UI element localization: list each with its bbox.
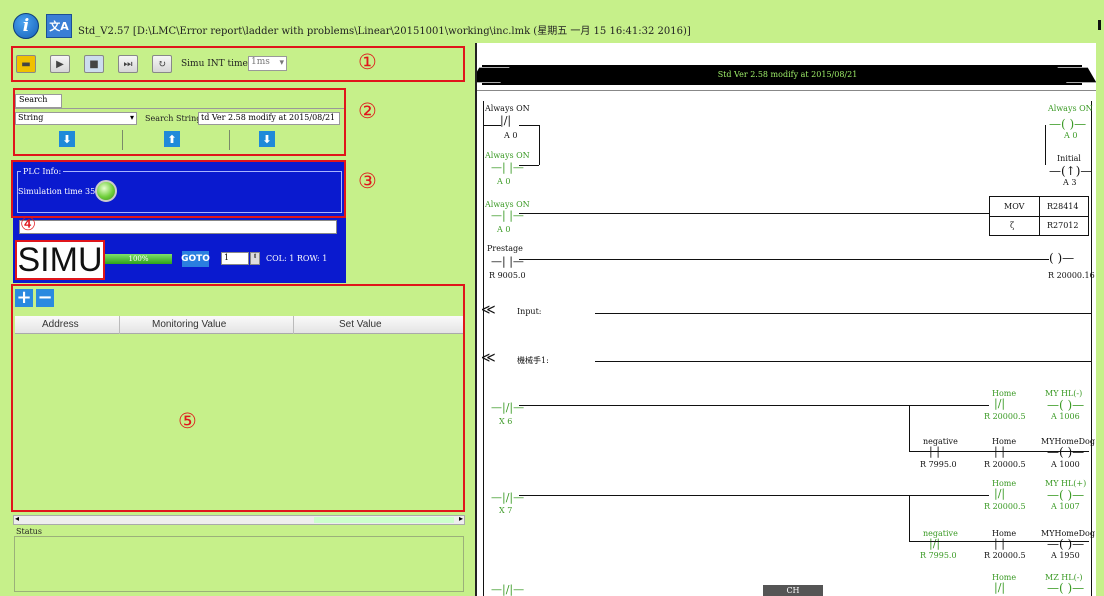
contact-label: Prestage <box>487 244 523 253</box>
coil-label: MY HL(-) <box>1045 389 1083 398</box>
contact-address: X 7 <box>499 506 513 515</box>
col-row-indicator: COL: 1 ROW: 1 <box>266 254 328 263</box>
annotation-3: ③ <box>358 169 377 193</box>
coil[interactable]: —( )— <box>1047 445 1084 459</box>
mov-symbol: ζ <box>1010 221 1015 230</box>
label-mechanism: 機械手1: <box>517 356 549 365</box>
contact-address: R 20000.5 <box>984 412 1026 421</box>
status-label: Status <box>16 527 42 536</box>
coil[interactable]: —( )— <box>1047 488 1084 502</box>
info-icon[interactable]: i <box>13 13 39 39</box>
progress-bar: 100% <box>105 254 172 264</box>
coil-address: A 1007 <box>1051 502 1080 511</box>
status-area <box>14 536 464 592</box>
coil-label: MY HL(+) <box>1045 479 1087 488</box>
contact-address: X 6 <box>499 417 513 426</box>
coil[interactable]: —( )— <box>1049 117 1086 131</box>
ime-indicator[interactable]: CH <box>763 585 823 596</box>
annotation-5: ⑤ <box>178 409 197 433</box>
coil[interactable]: —( )— <box>1047 537 1084 551</box>
language-icon[interactable]: 文A <box>46 14 72 38</box>
annotation-1: ① <box>358 50 377 74</box>
window-title: Std_V2.57 [D:\LMC\Error report\ladder wi… <box>78 26 691 37</box>
collapse-icon[interactable]: ≪ <box>481 302 496 318</box>
coil-address: A 1000 <box>1051 460 1080 469</box>
coil[interactable]: —( )— <box>1047 398 1084 412</box>
mov-src: R28414 <box>1047 202 1079 211</box>
contact-address: A 0 <box>497 225 511 234</box>
nc-contact[interactable]: |/| <box>994 581 1005 594</box>
contact-label: Always ON <box>485 151 530 160</box>
scroll-left-icon[interactable]: ◂ <box>15 514 19 523</box>
nc-contact[interactable]: |/| <box>994 397 1005 410</box>
right-edge-mark <box>1098 20 1101 30</box>
coil-address: A 1950 <box>1051 551 1080 560</box>
left-power-rail <box>483 101 484 596</box>
no-contact[interactable]: —| |— <box>491 209 524 222</box>
scroll-right-icon[interactable]: ▸ <box>459 514 463 523</box>
nc-contact[interactable]: |/| <box>929 537 940 550</box>
goto-button[interactable]: GOTO <box>181 251 210 267</box>
no-contact[interactable]: | | <box>994 537 1005 550</box>
nc-contact[interactable]: —|/|— <box>491 583 524 596</box>
contact-address: R 20000.5 <box>984 460 1026 469</box>
horizontal-scrollbar[interactable]: ◂ ▸ <box>13 514 465 525</box>
coil-address: A 0 <box>1064 131 1078 140</box>
coil-address: A 1006 <box>1051 412 1080 421</box>
contact-label: Always ON <box>485 200 530 209</box>
mode-indicator: SIMU <box>15 240 105 280</box>
ladder-editor[interactable]: Std Ver 2.58 modify at 2015/08/21 Always… <box>475 43 1096 596</box>
goto-input[interactable]: 1 <box>221 252 249 265</box>
coil-label: Initial <box>1057 154 1081 163</box>
contact-address: R 9005.0 <box>489 271 526 280</box>
nc-contact[interactable]: —|/|— <box>491 401 524 414</box>
nc-contact[interactable]: —|/|— <box>491 491 524 504</box>
label-input: Input: <box>517 307 542 316</box>
contact-address: A 0 <box>504 131 518 140</box>
contact-address: R 20000.5 <box>984 502 1026 511</box>
annotation-box-2 <box>13 88 346 156</box>
annotation-2: ② <box>358 99 377 123</box>
nc-contact[interactable]: |/| <box>500 114 511 127</box>
annotation-box-5 <box>11 284 465 512</box>
mov-dst: R27012 <box>1047 221 1079 230</box>
contact-label: Always ON <box>485 104 530 113</box>
nc-contact[interactable]: |/| <box>994 487 1005 500</box>
set-coil[interactable]: —(↑)— <box>1049 164 1092 178</box>
ladder-header-text: Std Ver 2.58 modify at 2015/08/21 <box>717 70 858 79</box>
contact-address: R 20000.5 <box>984 551 1026 560</box>
annotation-box-3 <box>11 160 346 218</box>
coil-address: A 3 <box>1063 178 1077 187</box>
annotation-4: ④ <box>20 214 37 235</box>
goto-spinner[interactable]: ⇕ <box>250 252 260 265</box>
contact-address: R 7995.0 <box>920 551 957 560</box>
collapse-icon[interactable]: ≪ <box>481 350 496 366</box>
coil[interactable]: ( )— <box>1049 251 1074 265</box>
coil-address: R 20000.16 <box>1048 271 1095 280</box>
coil[interactable]: —( )— <box>1047 581 1084 595</box>
contact-address: R 7995.0 <box>920 460 957 469</box>
scroll-thumb[interactable] <box>314 517 454 523</box>
contact-address: A 0 <box>497 177 511 186</box>
coil-label: Always ON <box>1048 104 1093 113</box>
no-contact[interactable]: —| |— <box>491 161 524 174</box>
no-contact[interactable]: —| |— <box>491 255 524 268</box>
mov-label: MOV <box>1004 202 1025 211</box>
plc-message-field[interactable] <box>19 220 337 234</box>
annotation-box-1 <box>11 46 465 82</box>
